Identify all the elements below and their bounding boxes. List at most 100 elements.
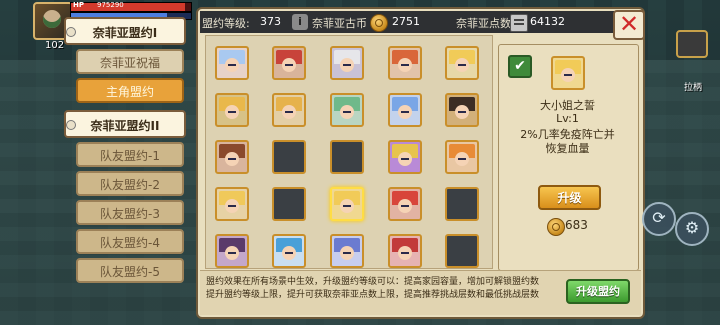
grid-cell[interactable] [330, 93, 364, 127]
grid-cell[interactable] [445, 46, 479, 80]
character-portrait [276, 97, 302, 123]
character-portrait [219, 144, 245, 170]
grid-cell[interactable] [330, 140, 364, 174]
character-portrait [449, 97, 475, 123]
tab-1[interactable]: 奈菲亚祝福 [76, 49, 184, 74]
grid-cell[interactable] [272, 46, 306, 80]
character-portrait [334, 50, 360, 76]
grid-cell[interactable] [272, 187, 306, 221]
character-portrait [219, 97, 245, 123]
close-button[interactable]: ✕ [613, 10, 645, 40]
character-portrait [334, 238, 360, 264]
grid-cell[interactable] [215, 93, 249, 127]
points-label: 奈菲亚点数 [456, 17, 511, 30]
portrait-eyes [564, 74, 572, 76]
grid-cell[interactable] [445, 234, 479, 268]
coin-icon [370, 14, 388, 32]
tab-6[interactable]: 队友盟约-3 [76, 200, 184, 225]
grid-cell[interactable] [388, 140, 422, 174]
tab-bolt-icon [66, 27, 76, 37]
grid-cell[interactable] [215, 46, 249, 80]
player-level: 102 [45, 40, 65, 51]
detail-portrait [551, 56, 585, 90]
hp-value: 975290 [97, 1, 124, 9]
info-icon[interactable]: i [292, 14, 308, 30]
bottom-line2: 提升盟约等级上限，提升可获取奈菲亚点数上限，提高推荐挑战层数和最低挑战层数 [206, 290, 540, 300]
detail-name: 大小姐之誓 [540, 99, 595, 112]
bottom-line1: 盟约效果在所有场景中生效，升级盟约等级可以：提高家园容量，增加可解锁盟约数 [206, 277, 540, 287]
character-portrait [276, 50, 302, 76]
grid-cell[interactable] [388, 234, 422, 268]
character-grid [205, 35, 493, 269]
grid-cell[interactable] [330, 46, 364, 80]
grid-cell[interactable] [272, 93, 306, 127]
points-icon [510, 14, 528, 32]
portrait-eyes [343, 205, 351, 207]
portrait-eyes [343, 252, 351, 254]
character-portrait [392, 191, 418, 217]
tab-5[interactable]: 队友盟约-2 [76, 171, 184, 196]
grid-cell[interactable] [388, 93, 422, 127]
portrait-eyes [285, 64, 293, 66]
tab-0[interactable]: 奈菲亚盟约I [64, 17, 186, 45]
map-icon[interactable] [676, 30, 708, 58]
portrait-eyes [228, 111, 236, 113]
portrait-eyes [458, 111, 466, 113]
cost-coin-icon [547, 218, 565, 236]
character-portrait [334, 97, 360, 123]
upgrade-alliance-button[interactable]: 升级盟约 [566, 279, 630, 304]
grid-cell[interactable] [445, 140, 479, 174]
portrait-eyes [458, 158, 466, 160]
side-label: 拉柄 [684, 83, 703, 93]
coin-label: 奈菲亚古币 [312, 17, 367, 30]
checkbox[interactable]: ✔ [508, 55, 532, 78]
grid-cell[interactable] [330, 187, 364, 221]
tab-2[interactable]: 主角盟约 [76, 78, 184, 103]
portrait-eyes [228, 205, 236, 207]
portrait-eyes [401, 252, 409, 254]
character-portrait [392, 50, 418, 76]
grid-cell[interactable] [388, 187, 422, 221]
upgrade-button[interactable]: 升级 [538, 185, 601, 210]
coin-value: 2751 [392, 15, 420, 28]
character-portrait [219, 50, 245, 76]
portrait-eyes [401, 205, 409, 207]
alliance-level-label: 盟约等级: [202, 17, 250, 30]
tab-bolt-icon [66, 120, 76, 130]
tab-4[interactable]: 队友盟约-1 [76, 142, 184, 167]
character-portrait [219, 191, 245, 217]
grid-cell[interactable] [272, 140, 306, 174]
tab-3[interactable]: 奈菲亚盟约II [64, 110, 186, 138]
bottom-description: 盟约效果在所有场景中生效，升级盟约等级可以：提高家园容量，增加可解锁盟约数 提升… [206, 276, 561, 302]
grid-cell[interactable] [215, 187, 249, 221]
character-portrait [219, 238, 245, 264]
alliance-level-value: 373 [260, 15, 281, 28]
character-portrait [392, 97, 418, 123]
portrait-eyes [285, 252, 293, 254]
character-portrait [449, 144, 475, 170]
portrait-eyes [401, 158, 409, 160]
portrait-eyes [228, 64, 236, 66]
grid-cell[interactable] [445, 187, 479, 221]
character-portrait [334, 191, 360, 217]
character-portrait [276, 238, 302, 264]
portrait-eyes [401, 64, 409, 66]
detail-desc-line1: 2%几率免疫阵亡并 [520, 128, 615, 141]
grid-cell[interactable] [215, 234, 249, 268]
portrait-eyes [228, 158, 236, 160]
tab-7[interactable]: 队友盟约-4 [76, 229, 184, 254]
character-portrait [449, 50, 475, 76]
grid-cell[interactable] [272, 234, 306, 268]
grid-cell[interactable] [330, 234, 364, 268]
portrait-eyes [401, 111, 409, 113]
grid-cell[interactable] [388, 46, 422, 80]
portrait-eyes [285, 111, 293, 113]
refresh-icon[interactable]: ⟳ [642, 202, 676, 236]
gear-icon[interactable]: ⚙ [675, 212, 709, 246]
detail-desc-line2: 恢复血量 [545, 142, 590, 155]
grid-cell[interactable] [215, 140, 249, 174]
tab-8[interactable]: 队友盟约-5 [76, 258, 184, 283]
portrait-eyes [343, 111, 351, 113]
grid-cell[interactable] [445, 93, 479, 127]
panel-topbar: 盟约等级: 373 i 奈菲亚古币 2751 奈菲亚点数 64132 [200, 11, 641, 33]
